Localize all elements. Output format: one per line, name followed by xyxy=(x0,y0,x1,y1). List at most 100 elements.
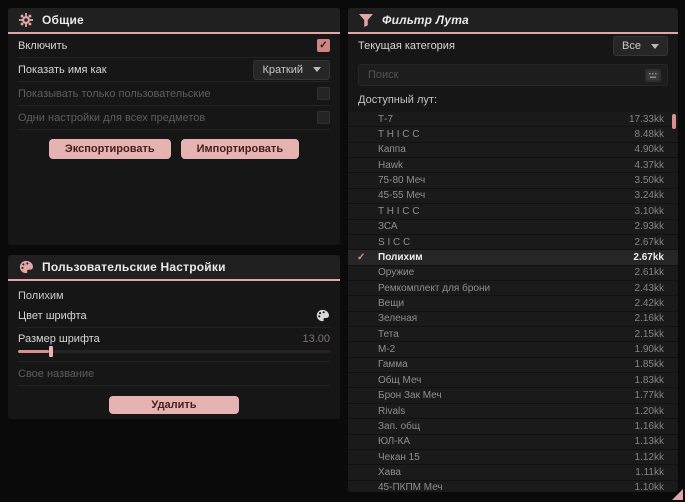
search-placeholder: Поиск xyxy=(368,69,399,81)
keyboard-icon[interactable] xyxy=(645,68,661,82)
font-color-label: Цвет шрифта xyxy=(18,309,87,322)
item-value: 8.48kk xyxy=(634,129,664,141)
export-button[interactable]: Экспортировать xyxy=(48,139,171,159)
available-loot-label: Доступный лут: xyxy=(358,94,438,106)
item-value: 2.67kk xyxy=(634,236,664,248)
font-size-slider[interactable] xyxy=(18,346,330,357)
item-value: 2.61kk xyxy=(634,267,664,279)
resize-grip-icon[interactable] xyxy=(672,489,683,500)
list-item[interactable]: ✓ Тета 2.15kk xyxy=(348,327,678,343)
list-item[interactable]: ✓ Ремкомплект для брони 2.43kk xyxy=(348,280,678,297)
list-item[interactable]: ✓ Хава 1.11kk xyxy=(348,465,678,481)
item-value: 1.77kk xyxy=(634,390,664,402)
loot-list: ✓ Т-7 17.33kk ✓ T H I C C 8.48kk ✓ Каппа… xyxy=(348,112,678,492)
font-size-value: 13.00 xyxy=(302,333,330,345)
general-panel: Общие Включить ✓ Показать имя как Кратки… xyxy=(8,8,340,245)
same-settings-label: Одни настройки для всех предметов xyxy=(18,111,206,124)
list-item[interactable]: ✓ T H I C C 3.10kk xyxy=(348,204,678,220)
list-item[interactable]: ✓ Брон Зак Меч 1.77kk xyxy=(348,388,678,404)
list-item[interactable]: ✓ 45-ПКПМ Меч 1.10kk xyxy=(348,480,678,492)
show-name-value: Краткий xyxy=(262,63,303,76)
only-custom-checkbox[interactable] xyxy=(317,87,330,100)
item-name: 45-ПКПМ Меч xyxy=(378,482,443,492)
item-value: 1.90kk xyxy=(634,344,664,356)
item-name: Тета xyxy=(378,328,399,340)
list-item[interactable]: ✓ Каппа 4.90kk xyxy=(348,142,678,159)
item-name: Зап. общ xyxy=(378,420,421,432)
item-value: 3.50kk xyxy=(634,175,664,187)
list-item[interactable]: ✓ Общ Меч 1.83kk xyxy=(348,373,678,389)
item-name: Общ Меч xyxy=(378,374,422,386)
list-item[interactable]: ✓ Hawk 4.37kk xyxy=(348,158,678,174)
item-name: Hawk xyxy=(378,159,404,171)
list-item[interactable]: ✓ Вещи 2.42kk xyxy=(348,296,678,312)
item-value: 1.11kk xyxy=(635,466,664,478)
list-item[interactable]: ✓ T H I C C 8.48kk xyxy=(348,127,678,143)
general-panel-title: Общие xyxy=(42,13,84,27)
item-value: 17.33kk xyxy=(628,113,664,125)
custom-settings-title: Пользовательские Настройки xyxy=(42,260,226,274)
list-item[interactable]: ✓ Зеленая 2.16kk xyxy=(348,311,678,328)
list-item[interactable]: ✓ ЗСА 2.93kk xyxy=(348,219,678,235)
list-item[interactable]: ✓ М-2 1.90kk xyxy=(348,342,678,358)
show-name-row: Показать имя как Краткий xyxy=(18,58,330,82)
item-name: Вещи xyxy=(378,297,405,309)
only-custom-row: Показывать только пользовательские xyxy=(18,82,330,106)
item-value: 1.13kk xyxy=(634,436,664,448)
slider-handle[interactable] xyxy=(49,346,54,357)
list-item[interactable]: ✓ Оружие 2.61kk xyxy=(348,265,678,281)
list-item[interactable]: ✓ 75-80 Меч 3.50kk xyxy=(348,173,678,189)
item-value: 1.20kk xyxy=(634,405,664,417)
list-item[interactable]: ✓ S I C C 2.67kk xyxy=(348,234,678,251)
list-item[interactable]: ✓ Зап. общ 1.16kk xyxy=(348,419,678,435)
category-dropdown[interactable]: Все xyxy=(613,36,668,56)
import-button[interactable]: Импортировать xyxy=(180,139,300,159)
item-value: 2.15kk xyxy=(634,328,664,340)
custom-settings-panel: Пользовательские Настройки Полихим Цвет … xyxy=(8,255,340,419)
item-name: S I C C xyxy=(378,236,411,248)
scrollbar-thumb[interactable] xyxy=(672,114,676,129)
custom-settings-header: Пользовательские Настройки xyxy=(8,255,340,281)
loot-filter-header: Фильтр Лута xyxy=(348,8,678,34)
item-value: 4.37kk xyxy=(634,159,664,171)
list-item[interactable]: ✓ Полихим 2.67kk xyxy=(348,250,678,266)
item-name: ЗСА xyxy=(378,221,398,233)
palette-icon xyxy=(19,260,33,274)
general-panel-header: Общие xyxy=(8,8,340,34)
list-item[interactable]: ✓ ЮЛ-КА 1.13kk xyxy=(348,434,678,450)
color-picker-icon[interactable] xyxy=(315,308,330,323)
list-item[interactable]: ✓ Rivals 1.20kk xyxy=(348,403,678,420)
item-value: 4.90kk xyxy=(634,144,664,156)
chevron-down-icon xyxy=(651,43,659,49)
item-name: М-2 xyxy=(378,344,396,356)
same-settings-checkbox[interactable] xyxy=(317,111,330,124)
selected-item-name: Полихим xyxy=(18,290,64,302)
search-input[interactable]: Поиск xyxy=(358,64,668,86)
item-name: Ремкомплект для брони xyxy=(378,282,491,294)
item-name: ЮЛ-КА xyxy=(378,436,411,448)
list-item[interactable]: ✓ Гамма 1.85kk xyxy=(348,357,678,374)
custom-name-input[interactable]: Свое название xyxy=(18,368,94,380)
delete-button[interactable]: Удалить xyxy=(109,396,239,414)
item-name: Оружие xyxy=(378,267,415,279)
category-label: Текущая категория xyxy=(358,40,455,52)
item-value: 1.85kk xyxy=(634,359,664,371)
show-name-dropdown[interactable]: Краткий xyxy=(253,59,330,80)
loot-filter-panel: Фильтр Лута Текущая категория Все Поиск … xyxy=(348,8,678,492)
gear-icon xyxy=(19,13,33,27)
item-name: Хава xyxy=(378,466,401,478)
enable-row: Включить ✓ xyxy=(18,34,330,58)
item-value: 2.67kk xyxy=(633,251,664,263)
item-name: Rivals xyxy=(378,405,406,417)
enable-checkbox[interactable]: ✓ xyxy=(317,39,330,52)
item-name: Полихим xyxy=(378,251,423,263)
item-name: 75-80 Меч xyxy=(378,175,426,187)
list-item[interactable]: ✓ Т-7 17.33kk xyxy=(348,112,678,128)
item-value: 1.10kk xyxy=(634,482,664,492)
item-value: 1.12kk xyxy=(634,451,664,463)
list-item[interactable]: ✓ 45-55 Меч 3.24kk xyxy=(348,188,678,205)
list-item[interactable]: ✓ Чекан 15 1.12kk xyxy=(348,449,678,466)
item-value: 2.93kk xyxy=(634,221,664,233)
item-name: Каппа xyxy=(378,144,406,156)
category-value: Все xyxy=(622,40,641,52)
